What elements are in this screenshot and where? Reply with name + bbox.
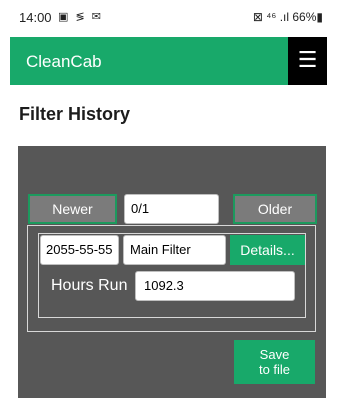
filter-date-field[interactable]: 2055-55-55 <box>40 235 119 265</box>
status-time: 14:00 <box>19 10 52 25</box>
app-title: CleanCab <box>26 52 102 71</box>
newer-button[interactable]: Newer <box>28 194 117 224</box>
record-position-field[interactable]: 0/1 <box>124 194 219 224</box>
page-title: Filter History <box>19 104 131 124</box>
older-button[interactable]: Older <box>233 194 317 224</box>
status-indicators: ⊠ ⁴⁶ .ıl 66%▮ <box>252 10 323 24</box>
hamburger-menu-icon[interactable]: ☰ <box>288 37 327 85</box>
details-button[interactable]: Details... <box>230 235 305 265</box>
filter-name-field[interactable]: Main Filter <box>123 235 226 265</box>
hours-run-field[interactable]: 1092.3 <box>135 271 295 301</box>
status-bar: 14:00 ▣ ≶ ✉ ⊠ ⁴⁶ .ıl 66%▮ <box>0 0 337 36</box>
save-button-label-line2: to file <box>258 362 291 377</box>
hours-run-label: Hours Run <box>51 277 128 294</box>
notification-icons: ▣ ≶ ✉ <box>58 11 103 23</box>
save-to-file-button[interactable]: Save to file <box>234 340 315 384</box>
app-bar: CleanCab ☰ <box>10 37 327 85</box>
save-button-label-line1: Save <box>259 347 290 362</box>
